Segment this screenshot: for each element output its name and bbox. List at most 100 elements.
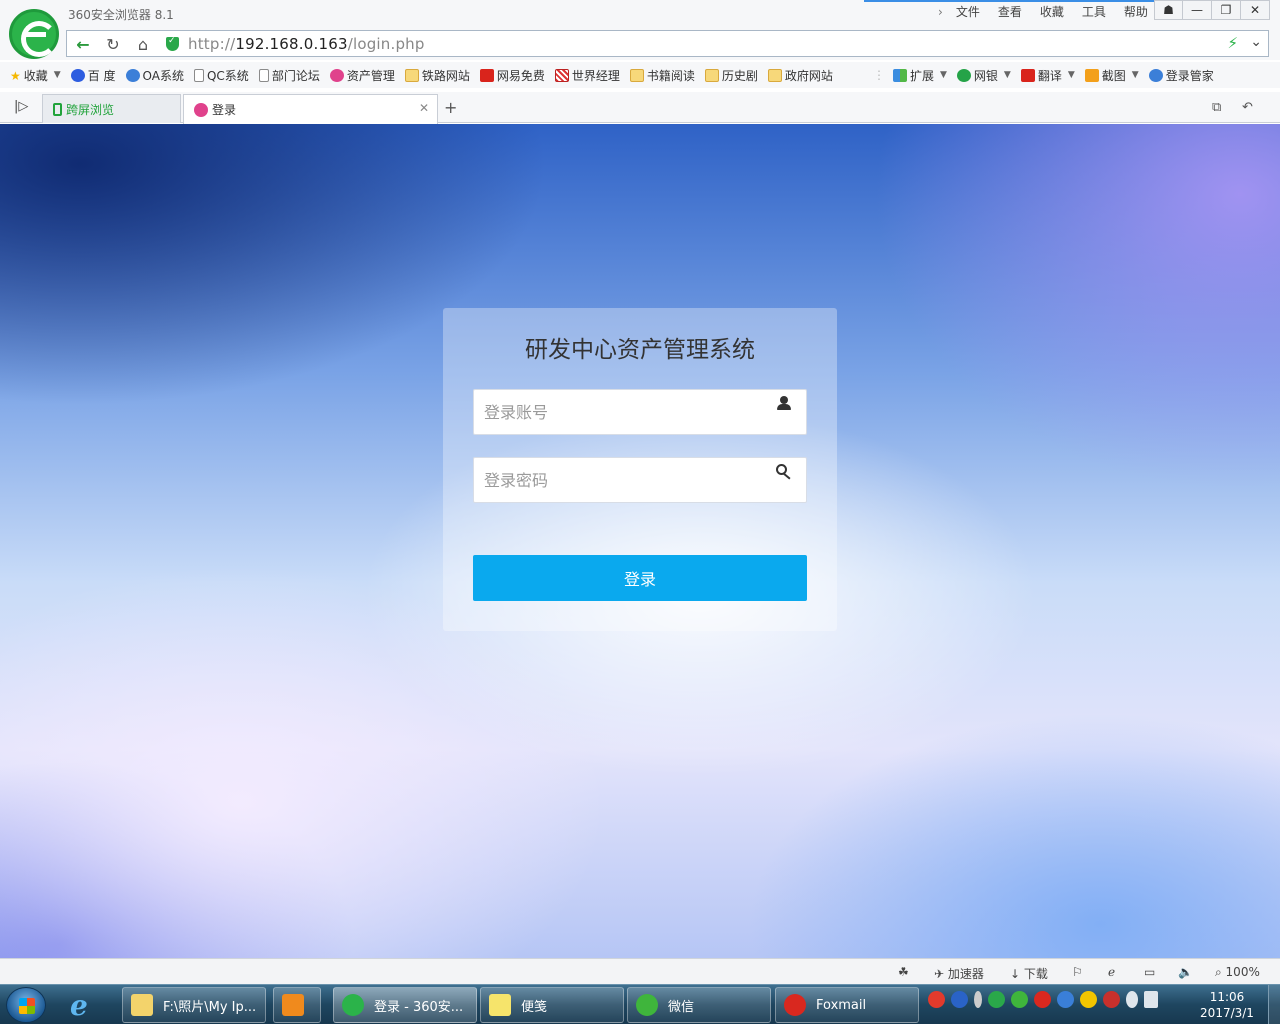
page-icon (258, 68, 269, 82)
bookmark-gov[interactable]: 政府网站 (767, 67, 833, 84)
menu-tools[interactable]: 工具 (1073, 4, 1115, 20)
extensions-button[interactable]: 扩展 (892, 67, 934, 84)
bookmark-forum[interactable]: 部门论坛 (258, 67, 320, 84)
folder-icon (629, 68, 644, 82)
system-clock[interactable]: 11:06 2017/3/1 (1196, 989, 1258, 1021)
browser-titlebar: 360安全浏览器 8.1 › 文件 查看 收藏 工具 帮助 ☗ — ❐ ✕ (0, 0, 1280, 28)
accelerator-label: 加速器 (947, 967, 984, 981)
taskbar-item-notes[interactable]: 便笺 (480, 987, 624, 1023)
plus-icon[interactable] (1080, 991, 1097, 1008)
translate-button[interactable]: 翻译 (1020, 67, 1062, 84)
taskbar-item-browser[interactable]: 登录 - 360安... (333, 987, 477, 1023)
task-label: F:\照片\My Ip... (163, 999, 257, 1015)
menu-expand-icon[interactable]: › (934, 4, 947, 20)
security-shield-icon[interactable] (166, 36, 179, 51)
bookmark-manager[interactable]: 世界经理 (554, 67, 620, 84)
folder-icon (767, 68, 782, 82)
chevron-down-icon[interactable]: ▼ (940, 70, 947, 80)
new-tab-icon[interactable]: + (444, 98, 457, 117)
bookmark-favorites[interactable]: ★ 收藏 (10, 67, 48, 84)
network-status-icon[interactable] (1057, 991, 1074, 1008)
bookmark-qc[interactable]: QC系统 (193, 67, 249, 84)
sound-icon[interactable]: 🔈 (1178, 965, 1193, 979)
refresh-icon[interactable]: ↻ (101, 35, 125, 54)
toolbar-label: 登录管家 (1165, 68, 1214, 83)
start-button[interactable] (6, 987, 46, 1023)
browser-logo-icon[interactable] (9, 9, 59, 59)
chevron-down-icon[interactable]: ▼ (1068, 70, 1075, 80)
url-path: /login.php (347, 35, 425, 53)
ie-mode-icon[interactable]: ℯ (1108, 965, 1115, 979)
wechat-tray-icon[interactable] (1011, 991, 1028, 1008)
menu-view[interactable]: 查看 (989, 4, 1031, 20)
close-button[interactable]: ✕ (1241, 0, 1270, 20)
speed-mode-icon[interactable]: ⚡ (1227, 34, 1238, 52)
foxmail-tray-icon[interactable] (1034, 991, 1051, 1008)
zoom-control[interactable]: ⌕ 100% (1215, 965, 1260, 980)
bank-button[interactable]: 网银 (956, 67, 998, 84)
undo-close-icon[interactable]: ↶ (1242, 100, 1253, 115)
bookmark-history[interactable]: 历史剧 (704, 67, 758, 84)
accelerator-button[interactable]: ✈ 加速器 (934, 965, 984, 982)
clock-date: 2017/3/1 (1200, 1006, 1254, 1020)
baidu-icon (70, 68, 85, 82)
home-icon[interactable]: ⌂ (131, 35, 155, 54)
chevron-down-icon[interactable]: ▼ (1132, 70, 1139, 80)
login-button[interactable]: 登录 (473, 555, 807, 601)
menu-help[interactable]: 帮助 (1115, 4, 1157, 20)
antivirus-icon[interactable] (1103, 991, 1120, 1008)
chevron-down-icon[interactable]: ▼ (1004, 70, 1011, 80)
url-input[interactable]: http://192.168.0.163/login.php (188, 35, 425, 53)
wechat-icon (636, 994, 658, 1016)
close-tab-icon[interactable]: ✕ (419, 101, 429, 115)
bookmark-label: 世界经理 (571, 68, 620, 83)
taskbar-item-foxmail[interactable]: Foxmail (775, 987, 919, 1023)
app-title: 360安全浏览器 8.1 (68, 8, 174, 22)
tab-list-icon[interactable]: ⧉ (1212, 100, 1221, 115)
flag-icon[interactable]: ⚐ (1072, 965, 1083, 979)
taskbar-item-media[interactable] (273, 987, 321, 1023)
security-icon[interactable] (988, 991, 1005, 1008)
toolbar-label: 扩展 (909, 68, 934, 83)
page-viewport: 研发中心资产管理系统 登录 (0, 124, 1280, 958)
chevron-down-icon[interactable]: ⌄ (1250, 34, 1262, 50)
download-label: 下载 (1023, 967, 1048, 981)
tab-login[interactable]: 登录 ✕ (183, 94, 438, 124)
help-icon[interactable] (951, 991, 968, 1008)
chevron-down-icon[interactable]: ▼ (54, 70, 61, 80)
minimize-button[interactable]: — (1183, 0, 1212, 20)
bookmark-railway[interactable]: 铁路网站 (404, 67, 470, 84)
account-input[interactable] (484, 390, 774, 434)
taskbar-item-wechat[interactable]: 微信 (627, 987, 771, 1023)
sidebar-toggle-icon[interactable]: |▷ (14, 99, 28, 114)
bookmark-assets[interactable]: 资产管理 (329, 67, 395, 84)
restore-button[interactable]: ❐ (1212, 0, 1241, 20)
tray-expand-icon[interactable] (974, 991, 982, 1008)
bookmark-baidu[interactable]: 百 度 (70, 67, 116, 84)
window-icon[interactable]: ▭ (1144, 965, 1155, 979)
tab-cross-screen[interactable]: 跨屏浏览 (42, 94, 181, 123)
show-desktop-button[interactable] (1268, 985, 1280, 1024)
menu-file[interactable]: 文件 (947, 4, 989, 20)
login-title: 研发中心资产管理系统 (525, 337, 755, 363)
internet-explorer-icon[interactable]: e (70, 989, 102, 1022)
url-scheme: http:// (188, 35, 236, 53)
volume-icon[interactable] (1126, 991, 1138, 1008)
bookmark-oa[interactable]: OA系统 (125, 67, 184, 84)
network-icon[interactable] (1144, 991, 1158, 1008)
back-arrow-icon[interactable]: ← (71, 35, 95, 54)
task-label: 登录 - 360安... (374, 999, 464, 1015)
leaf-icon[interactable]: ☘ (898, 965, 909, 979)
password-input[interactable] (484, 458, 774, 502)
download-button[interactable]: ↓ 下载 (1010, 965, 1048, 982)
screenshot-button[interactable]: 截图 (1084, 67, 1126, 84)
login-manager-button[interactable]: 登录管家 (1148, 67, 1214, 84)
bookmark-books[interactable]: 书籍阅读 (629, 67, 695, 84)
download-icon: ↓ (1010, 967, 1024, 981)
sogou-icon[interactable] (928, 991, 945, 1008)
media-player-icon (282, 994, 304, 1016)
bookmark-netease[interactable]: 网易免费 (479, 67, 545, 84)
taskbar-item-explorer[interactable]: F:\照片\My Ip... (122, 987, 266, 1023)
menu-favorites[interactable]: 收藏 (1031, 4, 1073, 20)
skin-icon[interactable]: ☗ (1154, 0, 1183, 20)
